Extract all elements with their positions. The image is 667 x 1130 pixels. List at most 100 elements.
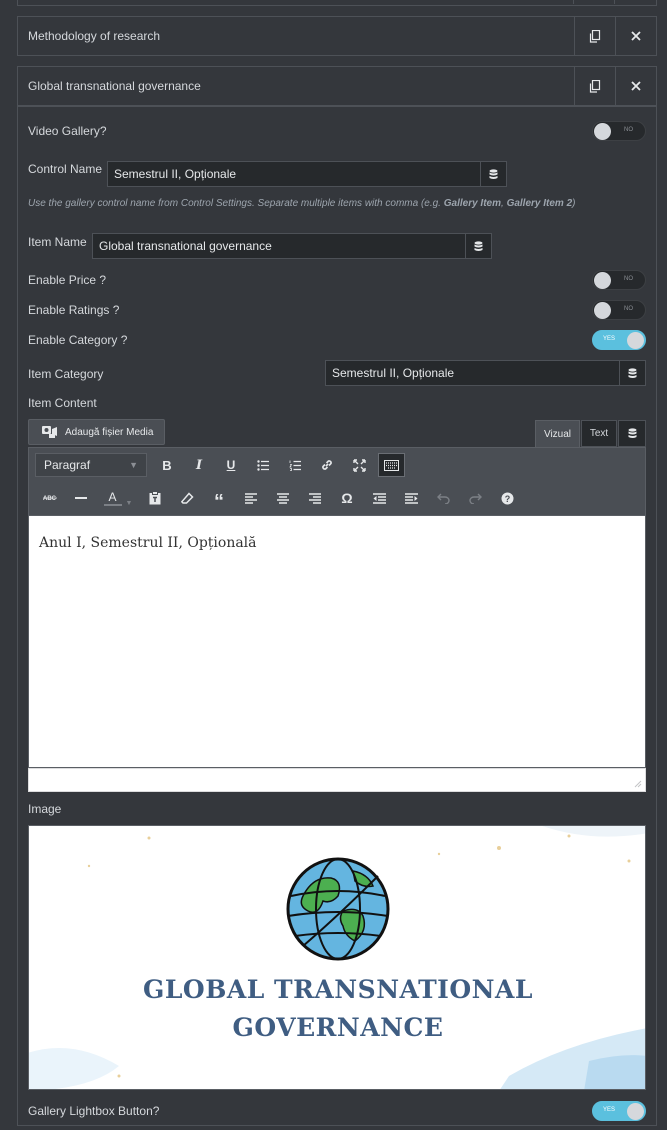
duplicate-button[interactable]	[574, 67, 615, 105]
enable-category-toggle[interactable]: YES	[592, 330, 646, 350]
item-name-field[interactable]: Global transnational governance	[92, 233, 492, 259]
special-character-button[interactable]: Ω	[331, 486, 363, 510]
align-right-icon	[309, 492, 321, 504]
editor-text[interactable]: Anul I, Semestrul II, Opțională	[29, 516, 645, 570]
format-select-value: Paragraf	[44, 458, 91, 472]
item-category-value[interactable]: Semestrul II, Opționale	[326, 366, 619, 380]
copy-icon	[589, 79, 601, 93]
add-media-button[interactable]: Adaugă fișier Media	[28, 419, 165, 445]
description-example-1: Gallery Item	[443, 198, 501, 209]
remove-button[interactable]	[615, 17, 656, 55]
globe-icon	[286, 857, 390, 961]
item-category-field[interactable]: Semestrul II, Opționale	[325, 360, 646, 386]
image-title-line-2: GOVERNANCE	[232, 1013, 444, 1042]
resize-handle-icon[interactable]	[632, 778, 642, 788]
format-select[interactable]: Paragraf ▼	[35, 453, 147, 477]
tab-text[interactable]: Text	[581, 420, 617, 447]
undo-button[interactable]	[427, 486, 459, 510]
item-name-value[interactable]: Global transnational governance	[93, 239, 465, 253]
editor-content-area[interactable]: Anul I, Semestrul II, Opțională	[28, 516, 646, 768]
paste-text-button[interactable]	[139, 486, 171, 510]
chevron-down-icon: ▼	[129, 460, 138, 470]
enable-price-label: Enable Price ?	[28, 273, 107, 287]
align-right-button[interactable]	[299, 486, 331, 510]
align-center-button[interactable]	[267, 486, 299, 510]
repeater-item-title[interactable]: Methodology of research	[18, 29, 574, 43]
tab-visual[interactable]: Vizual	[535, 420, 580, 447]
item-content-label: Item Content	[28, 396, 97, 410]
toggle-knob	[594, 272, 611, 289]
enable-category-label: Enable Category ?	[28, 333, 128, 347]
database-icon	[489, 168, 498, 179]
toggle-knob	[594, 302, 611, 319]
gallery-lightbox-toggle[interactable]: YES	[592, 1101, 646, 1121]
omega-icon: Ω	[341, 490, 353, 506]
control-name-field[interactable]: Semestrul II, Opționale	[107, 161, 507, 187]
control-name-label: Control Name	[28, 162, 103, 176]
media-icon	[42, 426, 57, 438]
control-name-value[interactable]: Semestrul II, Opționale	[108, 167, 480, 181]
fullscreen-button[interactable]	[343, 453, 375, 477]
text-color-icon: A	[103, 490, 122, 506]
redo-button[interactable]	[459, 486, 491, 510]
quote-icon: “	[214, 490, 224, 513]
clipboard-icon	[149, 491, 161, 505]
bullet-list-icon	[256, 459, 269, 471]
align-center-icon	[277, 492, 289, 504]
image-title-line-1: GLOBAL TRANSNATIONAL	[143, 975, 533, 1004]
underline-icon: U	[226, 458, 236, 472]
dynamic-tags-button[interactable]	[480, 162, 506, 186]
svg-text:?: ?	[504, 494, 510, 504]
repeater-item-header[interactable]: Global transnational governance	[17, 66, 657, 106]
enable-ratings-toggle[interactable]: NO	[592, 300, 646, 320]
fullscreen-icon	[352, 458, 366, 472]
svg-text:ABC: ABC	[43, 496, 57, 502]
bold-button[interactable]: B	[151, 453, 183, 477]
horizontal-line-button[interactable]	[65, 486, 97, 510]
text-color-button[interactable]: A ▼	[97, 486, 139, 510]
indent-button[interactable]	[395, 486, 427, 510]
numbered-list-button[interactable]	[279, 453, 311, 477]
toggle-knob	[594, 123, 611, 140]
toolbar-toggle-button[interactable]	[378, 453, 405, 477]
align-left-icon	[245, 492, 257, 504]
item-category-label: Item Category	[28, 367, 104, 381]
eraser-icon	[180, 491, 194, 504]
editor-toolbar: Paragraf ▼ B I U ABC A ▼ “ Ω ?	[28, 447, 646, 516]
help-button[interactable]: ?	[491, 486, 523, 510]
description-text: Use the gallery control name from Contro…	[28, 198, 444, 209]
strikethrough-icon: ABC	[43, 496, 57, 502]
previous-repeater-item	[17, 0, 657, 6]
undo-icon	[436, 493, 450, 504]
remove-button[interactable]	[615, 67, 656, 105]
blockquote-button[interactable]: “	[203, 486, 235, 513]
repeater-item-methodology[interactable]: Methodology of research	[17, 16, 657, 56]
strikethrough-button[interactable]: ABC	[35, 486, 65, 510]
toggle-knob	[627, 1103, 644, 1120]
description-example-2: Gallery Item 2	[506, 198, 573, 209]
outdent-icon	[372, 492, 386, 504]
horizontal-line-icon	[75, 497, 87, 499]
bold-icon: B	[162, 457, 172, 473]
italic-icon: I	[195, 457, 203, 473]
enable-price-toggle[interactable]: NO	[592, 270, 646, 290]
repeater-item-title[interactable]: Global transnational governance	[18, 79, 574, 93]
outdent-button[interactable]	[363, 486, 395, 510]
align-left-button[interactable]	[235, 486, 267, 510]
close-icon	[631, 81, 641, 91]
image-preview[interactable]: GLOBAL TRANSNATIONAL GOVERNANCE	[28, 825, 646, 1090]
clear-formatting-button[interactable]	[171, 486, 203, 510]
insert-link-button[interactable]	[311, 453, 343, 477]
dynamic-tags-button[interactable]	[618, 420, 646, 447]
description-suffix: )	[572, 198, 576, 209]
duplicate-button[interactable]	[574, 17, 615, 55]
help-icon: ?	[501, 492, 513, 504]
italic-button[interactable]: I	[183, 453, 215, 477]
video-gallery-toggle[interactable]: NO	[592, 121, 646, 141]
dynamic-tags-button[interactable]	[465, 234, 491, 258]
toggle-state: NO	[624, 306, 633, 312]
enable-ratings-label: Enable Ratings ?	[28, 303, 120, 317]
underline-button[interactable]: U	[215, 453, 247, 477]
dynamic-tags-button[interactable]	[619, 361, 645, 385]
bullet-list-button[interactable]	[247, 453, 279, 477]
